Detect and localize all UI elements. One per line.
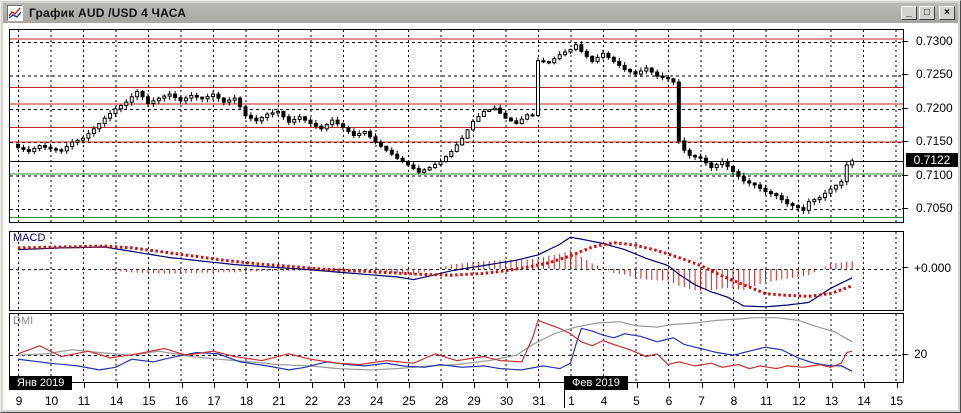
date-tick bbox=[149, 382, 150, 388]
date-label: 18 bbox=[239, 394, 254, 408]
macd-zero-label: +0.000 bbox=[914, 261, 952, 275]
date-tick bbox=[474, 382, 475, 388]
chart-icon bbox=[7, 5, 23, 21]
minimize-button[interactable]: _ bbox=[901, 6, 917, 20]
date-tick bbox=[799, 382, 800, 388]
date-tick bbox=[766, 382, 768, 388]
date-tick bbox=[409, 382, 410, 388]
dmi-level-label: 20 bbox=[914, 347, 928, 361]
date-label: 16 bbox=[174, 394, 189, 408]
price-axis-label: 0.7300 bbox=[916, 34, 953, 48]
date-tick bbox=[896, 382, 898, 388]
indicator-axis-tick bbox=[902, 354, 908, 355]
date-label: 11 bbox=[760, 394, 773, 408]
price-axis-tick bbox=[902, 174, 908, 176]
date-label: 14 bbox=[109, 394, 124, 408]
date-label: 30 bbox=[499, 394, 514, 408]
date-label: 15 bbox=[142, 394, 156, 408]
date-label: 22 bbox=[304, 394, 319, 408]
date-label: 7 bbox=[698, 394, 705, 408]
date-tick bbox=[734, 382, 735, 388]
price-axis-label: 0.7200 bbox=[916, 100, 953, 115]
date-tick bbox=[376, 382, 378, 388]
date-label: 21 bbox=[272, 394, 286, 408]
close-button[interactable]: × bbox=[939, 6, 955, 20]
date-label: 6 bbox=[665, 394, 673, 408]
chart-window: График AUD /USD 4 ЧАСА _ □ × MACD DMI 0.… bbox=[0, 0, 961, 413]
price-axis-tick bbox=[902, 41, 908, 42]
date-tick bbox=[864, 382, 865, 388]
date-tick bbox=[84, 382, 85, 388]
chart-content-area: MACD DMI 0.7300 0.7250 0.7200 0.7150 0.7100 0… bbox=[3, 23, 958, 410]
price-axis-label: 0.7250 bbox=[916, 67, 953, 82]
macd-label: MACD bbox=[13, 232, 46, 244]
date-label: 12 bbox=[792, 394, 806, 408]
price-axis-tick bbox=[902, 208, 908, 209]
date-label: 1 bbox=[568, 394, 575, 408]
price-axis-label: 0.7050 bbox=[916, 201, 953, 215]
macd-panel[interactable] bbox=[9, 231, 904, 311]
date-tick bbox=[831, 382, 833, 388]
date-tick bbox=[311, 382, 313, 388]
date-label: 15 bbox=[889, 394, 904, 408]
date-label: 23 bbox=[337, 394, 351, 408]
date-label: 11 bbox=[77, 394, 91, 408]
date-tick bbox=[246, 382, 248, 388]
date-tick bbox=[344, 382, 345, 388]
month-label-feb: Фев 2019 bbox=[564, 376, 628, 390]
date-label: 25 bbox=[402, 394, 416, 408]
dmi-label: DMI bbox=[13, 315, 34, 327]
date-tick bbox=[116, 382, 118, 388]
date-label: 29 bbox=[467, 394, 481, 408]
date-tick bbox=[636, 382, 638, 388]
price-chart-canvas[interactable] bbox=[10, 30, 903, 222]
date-tick bbox=[539, 382, 540, 388]
date-label: 28 bbox=[434, 394, 449, 408]
date-tick bbox=[701, 382, 703, 388]
date-label: 5 bbox=[633, 394, 640, 408]
date-label: 14 bbox=[857, 394, 871, 408]
date-tick bbox=[279, 382, 280, 388]
date-label: 17 bbox=[207, 394, 221, 408]
price-chart-panel[interactable] bbox=[9, 29, 904, 223]
date-label: 31 bbox=[532, 394, 546, 408]
macd-canvas[interactable] bbox=[10, 232, 903, 310]
date-tick bbox=[669, 382, 670, 388]
title-bar[interactable]: График AUD /USD 4 ЧАСА _ □ × bbox=[3, 3, 958, 23]
date-label: 10 bbox=[44, 394, 59, 408]
date-tick bbox=[506, 382, 508, 388]
dmi-canvas[interactable] bbox=[10, 314, 903, 382]
maximize-button[interactable]: □ bbox=[919, 6, 935, 20]
price-axis-tick bbox=[902, 107, 908, 109]
date-tick bbox=[181, 382, 183, 388]
price-axis-tick bbox=[902, 74, 908, 76]
date-tick bbox=[441, 382, 443, 388]
date-label: 8 bbox=[730, 394, 738, 408]
price-axis-label: 0.7150 bbox=[916, 134, 953, 149]
date-label: 9 bbox=[15, 394, 23, 408]
date-label: 4 bbox=[600, 394, 608, 408]
price-axis-tick bbox=[902, 141, 908, 143]
date-tick bbox=[214, 382, 215, 388]
dmi-panel[interactable] bbox=[9, 313, 904, 383]
date-label: 24 bbox=[369, 394, 384, 408]
date-label: 13 bbox=[824, 394, 839, 408]
month-label-jan: Янв 2019 bbox=[9, 376, 73, 390]
window-title: График AUD /USD 4 ЧАСА bbox=[29, 6, 187, 20]
price-axis-label: 0.7100 bbox=[916, 167, 953, 182]
indicator-axis-tick bbox=[902, 267, 908, 268]
current-price-badge: 0.7122 bbox=[906, 153, 958, 167]
